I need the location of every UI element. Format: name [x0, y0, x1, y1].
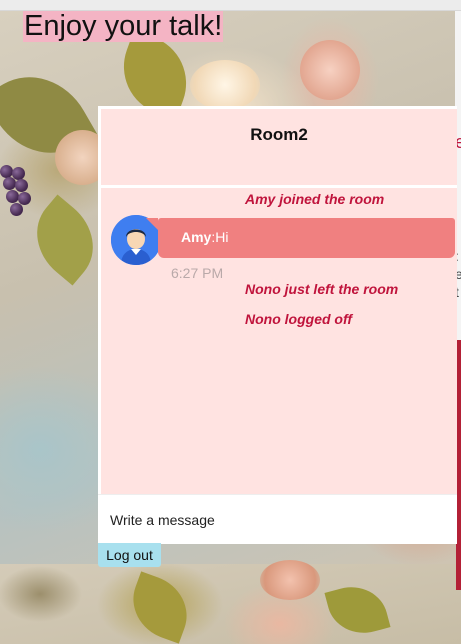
- chat-window: Room2 Amy joined the room Amy:Hi 6:27 PM…: [98, 106, 457, 544]
- room-name: Room2: [250, 125, 308, 144]
- message-text: Amy:Hi: [181, 229, 228, 245]
- message-author: Amy: [181, 229, 212, 245]
- chat-header: Room2: [101, 109, 457, 185]
- grapes-decoration: [0, 165, 40, 225]
- rose-decoration: [190, 60, 260, 110]
- message-composer: [98, 494, 457, 544]
- page-title: Enjoy your talk!: [23, 10, 224, 42]
- rose-decoration: [300, 40, 360, 100]
- logout-button[interactable]: Log out: [98, 543, 161, 567]
- system-message: Amy joined the room: [245, 191, 385, 207]
- message-timestamp: 6:27 PM: [171, 265, 224, 281]
- background-image-bottom: [0, 564, 461, 644]
- system-message: Nono just left the room: [245, 281, 399, 297]
- message-bubble: Amy:Hi: [146, 218, 455, 258]
- message-content: Hi: [215, 229, 229, 245]
- rose-decoration: [260, 560, 320, 600]
- message-input[interactable]: [108, 507, 442, 533]
- system-message: Nono logged off: [245, 311, 353, 327]
- bubble-tail: [146, 218, 158, 230]
- message-list[interactable]: Amy joined the room Amy:Hi 6:27 PM Nono: [101, 188, 457, 494]
